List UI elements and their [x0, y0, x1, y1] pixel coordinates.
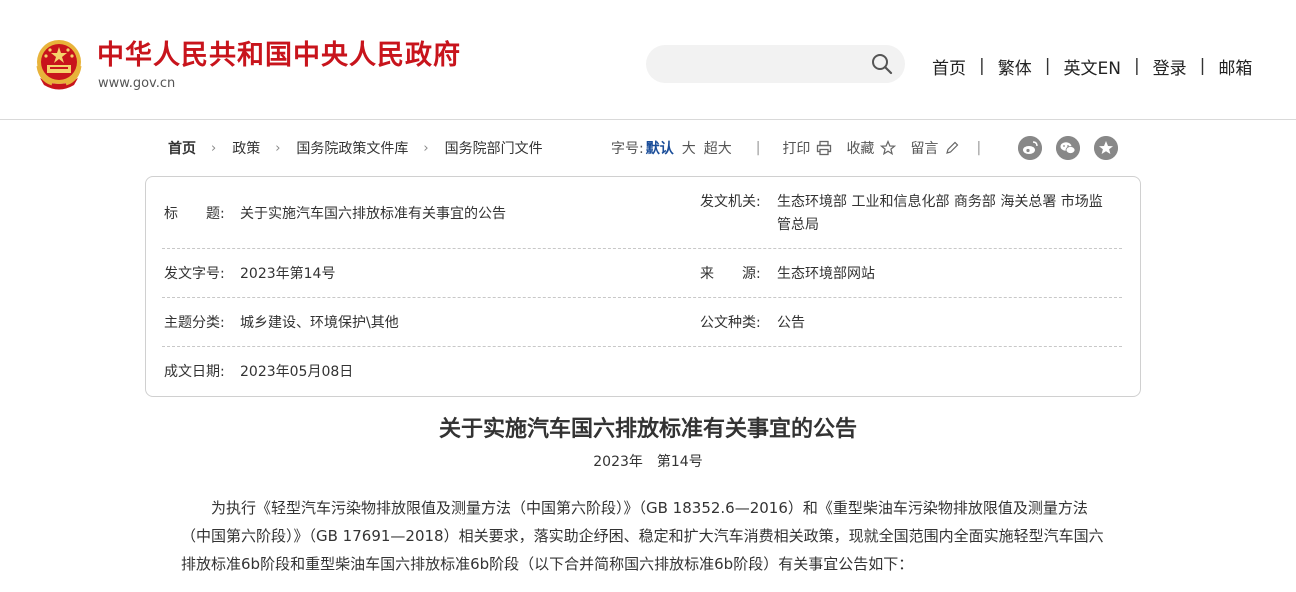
favorite-button[interactable]: 收藏 [846, 138, 874, 158]
breadcrumb-dept-docs[interactable]: 国务院部门文件 [445, 138, 543, 158]
font-size-xlarge[interactable]: 超大 [704, 138, 732, 158]
national-emblem-icon[interactable] [34, 38, 84, 92]
meta-row: 成文日期: 2023年05月08日 [162, 347, 1122, 396]
meta-row: 主题分类: 城乡建设、环境保护\其他 公文种类: 公告 [162, 298, 1122, 347]
tools-divider: | [976, 140, 982, 156]
print-button[interactable]: 打印 [782, 138, 810, 158]
nav-english[interactable]: 英文EN [1063, 54, 1120, 79]
nav-divider: | [1133, 56, 1140, 76]
font-size-large[interactable]: 大 [682, 138, 696, 158]
nav-mail[interactable]: 邮箱 [1218, 54, 1252, 79]
nav-divider: | [1199, 56, 1206, 76]
star-icon[interactable] [880, 140, 897, 156]
article-tools: 字号: 默认 大 超大 | 打印 收藏 留言 | [611, 138, 981, 158]
nav-login[interactable]: 登录 [1153, 54, 1187, 79]
chevron-right-icon: › [275, 140, 281, 156]
meta-date-label: 成文日期: [164, 364, 225, 380]
wechat-icon[interactable] [1056, 136, 1080, 160]
search-input[interactable] [662, 45, 862, 83]
meta-date-value: 2023年05月08日 [240, 364, 354, 380]
print-icon[interactable] [816, 140, 832, 156]
nav-divider: | [979, 56, 985, 76]
breadcrumb-policy[interactable]: 政策 [232, 138, 260, 158]
meta-source-value: 生态环境部网站 [777, 266, 875, 282]
chevron-right-icon: › [423, 140, 429, 156]
meta-topic-value: 城乡建设、环境保护\其他 [240, 315, 399, 331]
font-size-label: 字号: [611, 141, 644, 157]
meta-type-label: 公文种类: [700, 315, 761, 331]
top-nav: 首页 | 繁体 | 英文EN | 登录 | 邮箱 [932, 54, 1252, 79]
chevron-right-icon: › [211, 140, 217, 156]
pencil-icon[interactable] [944, 140, 960, 156]
article-number: 2023年 第14号 [593, 454, 703, 470]
nav-divider: | [1044, 56, 1051, 76]
meta-issuer-label: 发文机关: [700, 194, 761, 210]
breadcrumb-policy-library[interactable]: 国务院政策文件库 [296, 138, 408, 158]
site-header: 中华人民共和国中央人民政府 www.gov.cn 首页 | 繁体 | 英文EN … [0, 0, 1296, 120]
meta-row: 发文字号: 2023年第14号 来 源: 生态环境部网站 [162, 249, 1122, 298]
meta-title-label: 标 题: [164, 206, 225, 222]
article-title: 关于实施汽车国六排放标准有关事宜的公告 [438, 416, 857, 442]
comment-button[interactable]: 留言 [910, 138, 938, 158]
meta-topic-label: 主题分类: [164, 315, 225, 331]
meta-title-value: 关于实施汽车国六排放标准有关事宜的公告 [240, 206, 506, 222]
meta-type-value: 公告 [777, 315, 805, 331]
breadcrumb: 首页 › 政策 › 国务院政策文件库 › 国务院部门文件 [168, 138, 543, 158]
nav-traditional[interactable]: 繁体 [998, 54, 1032, 79]
tools-divider: | [755, 140, 761, 156]
meta-issuer-value-line2: 管总局 [777, 217, 819, 233]
meta-source-label: 来 源: [700, 266, 761, 282]
site-name[interactable]: 中华人民共和国中央人民政府 [97, 40, 461, 72]
site-url[interactable]: www.gov.cn [98, 76, 175, 92]
search-box [646, 45, 905, 83]
meta-docno-value: 2023年第14号 [240, 266, 336, 282]
favorite-circle-icon[interactable] [1094, 136, 1118, 160]
meta-row: 标 题: 关于实施汽车国六排放标准有关事宜的公告 发文机关: 生态环境部 工业和… [162, 177, 1122, 249]
breadcrumb-home[interactable]: 首页 [168, 138, 196, 158]
meta-issuer-value-line1: 生态环境部 工业和信息化部 商务部 海关总署 市场监 [777, 194, 1103, 210]
font-size-default[interactable]: 默认 [646, 138, 674, 158]
article-paragraph: 为执行《轻型汽车污染物排放限值及测量方法（中国第六阶段）》（GB 18352.6… [181, 499, 1104, 573]
nav-home[interactable]: 首页 [932, 54, 966, 79]
weibo-icon[interactable] [1018, 136, 1042, 160]
meta-docno-label: 发文字号: [164, 266, 225, 282]
search-icon[interactable] [871, 53, 893, 75]
document-metadata-table: 标 题: 关于实施汽车国六排放标准有关事宜的公告 发文机关: 生态环境部 工业和… [145, 176, 1141, 397]
